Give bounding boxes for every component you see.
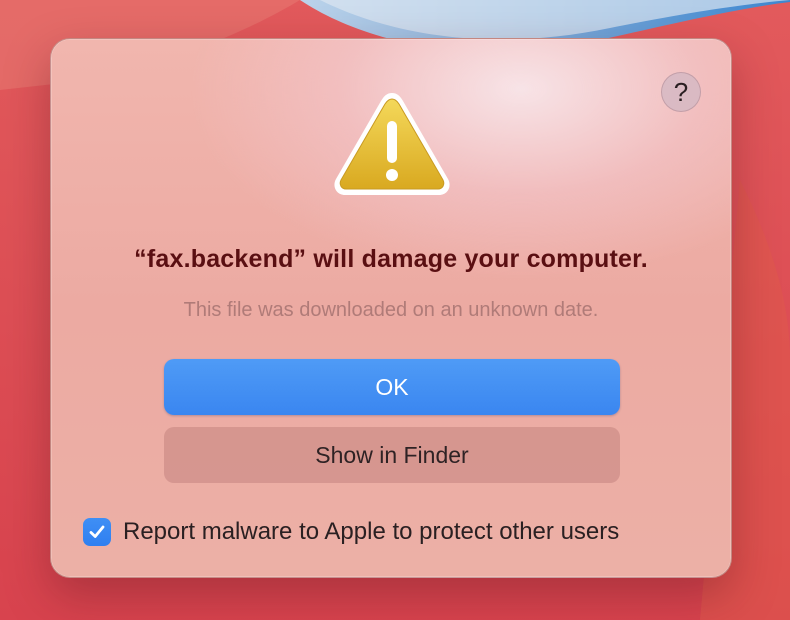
help-button[interactable]: ? [661,72,701,112]
ok-button[interactable]: OK [164,359,620,415]
show-in-finder-button[interactable]: Show in Finder [164,427,620,483]
alert-title: “fax.backend” will damage your computer. [134,245,648,273]
checkmark-icon [89,525,105,538]
alert-subtitle: This file was downloaded on an unknown d… [183,299,599,321]
report-malware-option[interactable]: Report malware to Apple to protect other… [83,517,619,547]
help-button-label: ? [673,76,689,107]
show-in-finder-button-label: Show in Finder [315,441,469,468]
malware-alert-dialog: ? “fax.backend” will damage your compute… [50,38,732,578]
desktop: ? “fax.backend” will damage your compute… [0,0,790,620]
ok-button-label: OK [375,373,409,400]
report-malware-label: Report malware to Apple to protect other… [123,518,620,545]
warning-icon [334,93,450,195]
report-malware-checkbox[interactable] [83,518,111,546]
